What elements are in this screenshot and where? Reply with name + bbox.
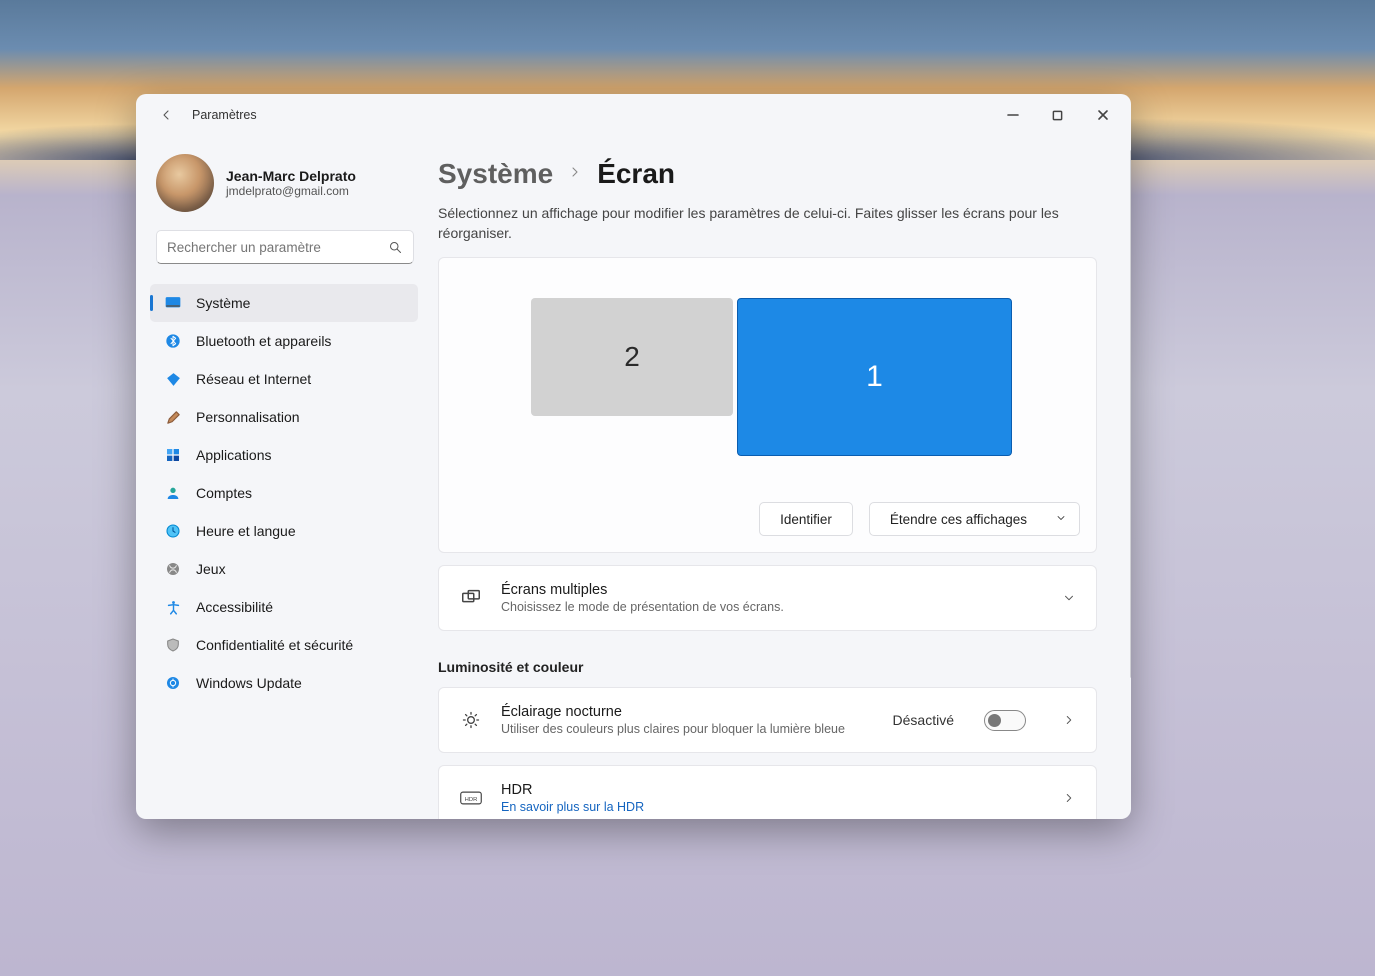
multiple-displays-icon [459,587,483,609]
profile-name: Jean-Marc Delprato [226,168,356,184]
sidebar-item-gaming[interactable]: Jeux [150,550,418,588]
identify-button[interactable]: Identifier [759,502,853,536]
xbox-icon [164,560,182,578]
person-icon [164,484,182,502]
sidebar-item-label: Windows Update [196,675,302,691]
sidebar-item-label: Réseau et Internet [196,371,311,387]
brush-icon [164,408,182,426]
night-light-icon [459,710,483,730]
shield-icon [164,636,182,654]
sidebar-item-time-language[interactable]: Heure et langue [150,512,418,550]
sidebar-item-accessibility[interactable]: Accessibilité [150,588,418,626]
setting-title: HDR [501,782,644,798]
close-button[interactable] [1080,100,1125,130]
sidebar-item-label: Bluetooth et appareils [196,333,331,349]
night-light-row[interactable]: Éclairage nocturne Utiliser des couleurs… [438,687,1097,753]
monitor-2[interactable]: 2 [531,298,733,416]
setting-sub: Choisissez le mode de présentation de vo… [501,600,784,614]
chevron-right-icon [1062,713,1076,727]
setting-title: Éclairage nocturne [501,704,845,720]
profile[interactable]: Jean-Marc Delprato jmdelprato@gmail.com [150,154,418,230]
sidebar-item-privacy[interactable]: Confidentialité et sécurité [150,626,418,664]
sidebar-item-network[interactable]: Réseau et Internet [150,360,418,398]
toggle-state-label: Désactivé [893,712,954,728]
sidebar-item-personalization[interactable]: Personnalisation [150,398,418,436]
hdr-icon: HDR [459,790,483,806]
sidebar: Jean-Marc Delprato jmdelprato@gmail.com [136,136,426,819]
apps-icon [164,446,182,464]
clock-icon [164,522,182,540]
breadcrumb-parent[interactable]: Système [438,158,553,190]
setting-sub: Utiliser des couleurs plus claires pour … [501,722,845,736]
hdr-row[interactable]: HDR HDR En savoir plus sur la HDR [438,765,1097,819]
minimize-button[interactable] [990,100,1035,130]
breadcrumb-current: Écran [597,158,675,190]
sidebar-item-label: Heure et langue [196,523,296,539]
sidebar-item-label: Personnalisation [196,409,300,425]
sidebar-item-label: Jeux [196,561,226,577]
search-field[interactable] [167,240,388,255]
section-brightness: Luminosité et couleur [438,659,1123,675]
titlebar: Paramètres [136,94,1131,136]
search-input[interactable] [156,230,414,264]
sidebar-item-label: Applications [196,447,272,463]
page-subtitle: Sélectionnez un affichage pour modifier … [438,204,1098,243]
chevron-down-icon [1055,512,1067,527]
sidebar-item-apps[interactable]: Applications [150,436,418,474]
chevron-right-icon [1062,791,1076,805]
sidebar-item-label: Accessibilité [196,599,273,615]
sidebar-item-windows-update[interactable]: Windows Update [150,664,418,702]
sidebar-item-accounts[interactable]: Comptes [150,474,418,512]
svg-text:HDR: HDR [465,797,478,803]
hdr-link[interactable]: En savoir plus sur la HDR [501,800,644,814]
monitor-1[interactable]: 1 [737,298,1012,456]
main-content: Système Écran Sélectionnez un affichage … [426,136,1131,819]
settings-window: Paramètres Jean-Marc Delprato jmdelprato… [136,94,1131,819]
profile-email: jmdelprato@gmail.com [226,184,356,198]
maximize-button[interactable] [1035,100,1080,130]
display-mode-dropdown[interactable]: Étendre ces affichages [869,502,1080,536]
breadcrumb: Système Écran [438,158,1123,190]
display-arrangement-card: 2 1 Identifier Étendre ces affichages [438,257,1097,553]
wifi-icon [164,370,182,388]
search-icon [388,240,403,255]
window-title: Paramètres [192,108,257,122]
back-button[interactable] [154,103,178,127]
sidebar-item-system[interactable]: Système [150,284,418,322]
chevron-right-icon [567,164,583,185]
avatar [156,154,214,212]
sidebar-item-bluetooth[interactable]: Bluetooth et appareils [150,322,418,360]
sidebar-item-label: Comptes [196,485,252,501]
chevron-down-icon [1062,591,1076,605]
display-mode-label: Étendre ces affichages [890,512,1027,527]
bluetooth-icon [164,332,182,350]
nav: Système Bluetooth et appareils Réseau et… [150,284,418,702]
system-icon [164,294,182,312]
night-light-toggle[interactable] [984,710,1026,731]
setting-title: Écrans multiples [501,582,784,598]
sidebar-item-label: Confidentialité et sécurité [196,637,353,653]
accessibility-icon [164,598,182,616]
scrollbar[interactable] [1130,150,1131,678]
multiple-displays-row[interactable]: Écrans multiples Choisissez le mode de p… [438,565,1097,631]
update-icon [164,674,182,692]
sidebar-item-label: Système [196,295,250,311]
